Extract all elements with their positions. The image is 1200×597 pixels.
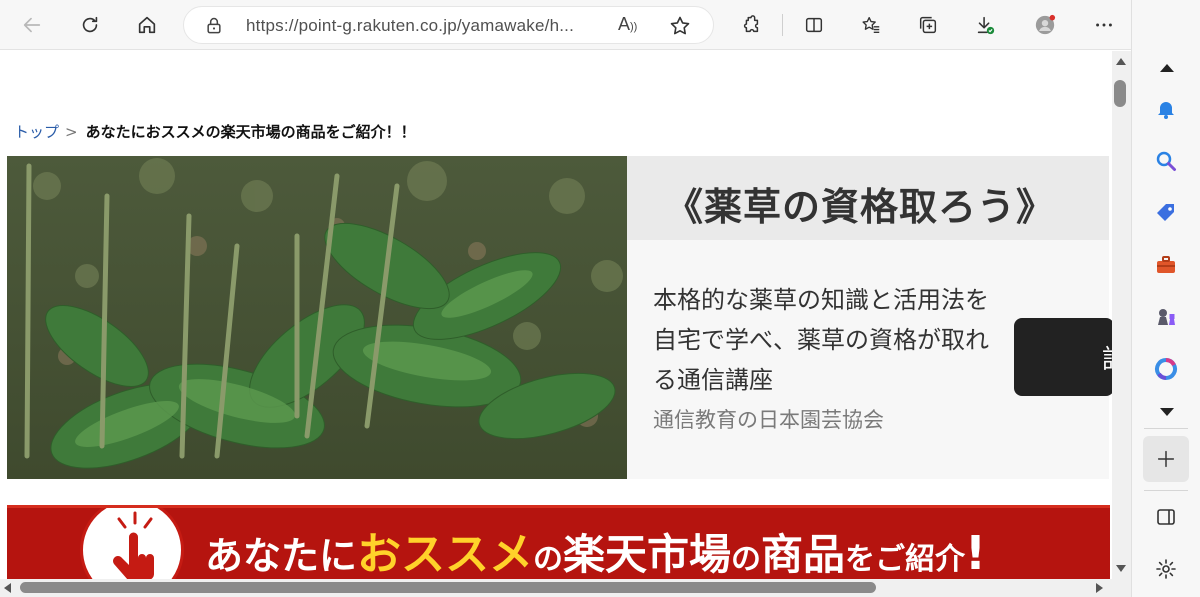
hide-sidebar-button[interactable]	[1149, 500, 1183, 534]
shopping-tag-icon	[1157, 204, 1174, 221]
hero-plant-image[interactable]	[7, 156, 627, 479]
breadcrumb: トップ > あなたにおススメの楽天市場の商品をご紹介！！	[14, 121, 416, 142]
sidebar-toggle-icon	[1157, 509, 1175, 525]
sidebar-shopping-button[interactable]	[1149, 196, 1183, 230]
more-dots-icon	[1096, 23, 1112, 27]
search-icon	[1156, 151, 1176, 171]
sidebar-divider	[1144, 490, 1188, 491]
sidebar-games-button[interactable]	[1149, 300, 1183, 334]
banner-text-part2: の	[533, 542, 564, 577]
puzzle-icon	[743, 15, 759, 33]
back-button[interactable]	[15, 8, 49, 42]
back-arrow-icon	[23, 17, 41, 33]
lock-icon[interactable]	[204, 16, 224, 36]
vertical-scrollbar[interactable]	[1112, 51, 1131, 579]
banner-text-part3: 楽天市場	[563, 530, 732, 579]
chess-piece-icon	[1158, 309, 1175, 325]
refresh-icon	[82, 16, 98, 33]
toolbar-separator	[782, 14, 783, 36]
scroll-right-arrow-icon[interactable]	[1096, 583, 1103, 593]
collections-button[interactable]	[911, 8, 945, 42]
banner-text-part6: をご紹介	[845, 542, 966, 577]
sidebar-search-button[interactable]	[1149, 144, 1183, 178]
sidebar-notifications-button[interactable]	[1149, 92, 1183, 126]
plus-icon	[1157, 450, 1175, 468]
sidebar-divider	[1144, 428, 1188, 429]
url-text[interactable]: https://point-g.rakuten.co.jp/yamawake/h…	[246, 16, 574, 36]
hero-description: 本格的な薬草の知識と活用法を自宅で学べ、薬草の資格が取れる通信講座	[653, 286, 989, 394]
office-icon	[1155, 358, 1177, 380]
details-button[interactable]: 詳	[1014, 318, 1112, 396]
downloads-button[interactable]	[968, 8, 1002, 42]
banner-text-part4: の	[731, 542, 762, 577]
bell-icon	[1158, 102, 1174, 119]
gear-icon	[1156, 559, 1176, 579]
plantain-photo-icon	[7, 156, 627, 479]
hero-title-band: 《薬草の資格取ろう》	[627, 156, 1109, 240]
download-icon	[977, 16, 995, 35]
hero-title: 《薬草の資格取ろう》	[665, 185, 1056, 229]
vertical-scroll-thumb[interactable]	[1114, 80, 1126, 107]
split-screen-button[interactable]	[797, 8, 831, 42]
extensions-button[interactable]	[734, 8, 768, 42]
page-viewport: トップ > あなたにおススメの楽天市場の商品をご紹介！！ 《薬草の資格取ろう》 …	[0, 51, 1112, 579]
banner-text-part1: あなたに	[205, 534, 358, 578]
sidebar-scroll-up-icon[interactable]	[1160, 64, 1174, 72]
favorites-list-icon	[862, 16, 880, 34]
edge-sidebar	[1131, 0, 1200, 597]
profile-button[interactable]	[1028, 8, 1062, 42]
toolbox-icon	[1157, 256, 1175, 273]
browser-toolbar: https://point-g.rakuten.co.jp/yamawake/h…	[0, 0, 1200, 50]
breadcrumb-chevron-icon: >	[65, 122, 78, 141]
sidebar-office-button[interactable]	[1149, 352, 1183, 386]
home-button[interactable]	[130, 8, 164, 42]
banner-highlight: おススメ	[357, 529, 534, 579]
favorite-star-icon[interactable]	[668, 14, 692, 38]
hero-info-panel: 《薬草の資格取ろう》 本格的な薬草の知識と活用法を自宅で学べ、薬草の資格が取れる…	[627, 156, 1112, 479]
banner-headline: あなたにおススメの楽天市場の商品をご紹介!	[205, 518, 986, 579]
address-bar[interactable]: https://point-g.rakuten.co.jp/yamawake/h…	[183, 6, 714, 44]
sidebar-settings-button[interactable]	[1149, 552, 1183, 586]
refresh-button[interactable]	[73, 8, 107, 42]
banner-text-part5: 商品	[761, 530, 846, 579]
breadcrumb-top-link[interactable]: トップ	[14, 121, 59, 142]
read-aloud-icon[interactable]: A))	[618, 14, 637, 35]
pickup-badge	[80, 508, 184, 579]
recommend-banner[interactable]: あなたにおススメの楽天市場の商品をご紹介!	[7, 505, 1110, 579]
split-screen-icon	[805, 17, 823, 33]
home-icon	[138, 16, 156, 34]
sidebar-scroll-down-icon[interactable]	[1160, 408, 1174, 416]
hero-organization: 通信教育の日本園芸協会	[653, 408, 884, 432]
scroll-left-arrow-icon[interactable]	[4, 583, 11, 593]
sidebar-add-button[interactable]	[1143, 436, 1189, 482]
pointing-hand-icon	[113, 511, 154, 579]
sidebar-tools-button[interactable]	[1149, 248, 1183, 282]
horizontal-scroll-thumb[interactable]	[20, 582, 876, 593]
banner-text-part7: !	[965, 526, 987, 579]
collections-icon	[919, 16, 937, 34]
breadcrumb-current: あなたにおススメの楽天市場の商品をご紹介！！	[85, 123, 416, 141]
scroll-up-arrow-icon[interactable]	[1116, 58, 1126, 65]
settings-more-button[interactable]	[1087, 8, 1121, 42]
avatar-icon	[1035, 14, 1056, 35]
favorites-button[interactable]	[854, 8, 888, 42]
scroll-down-arrow-icon[interactable]	[1116, 565, 1126, 572]
